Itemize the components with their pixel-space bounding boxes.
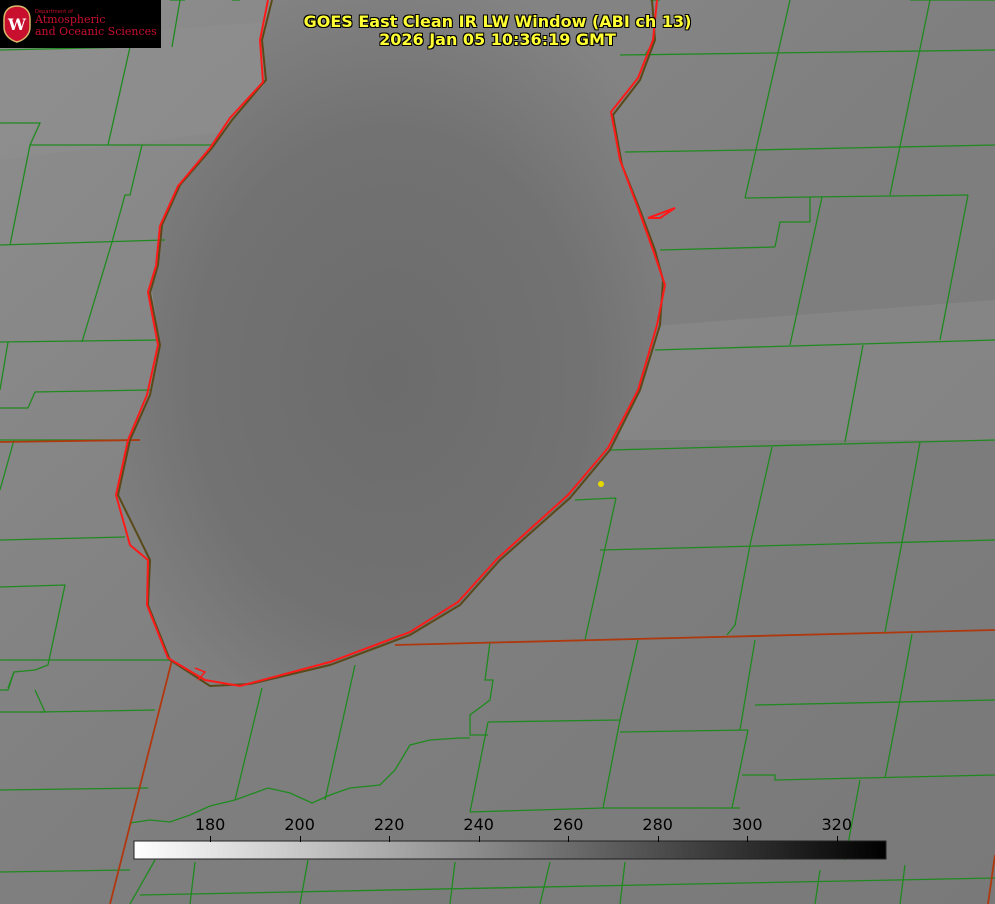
colorbar-tick-label: 220 — [373, 815, 405, 834]
colorbar-tick-label: 300 — [731, 815, 763, 834]
location-marker — [598, 481, 604, 487]
colorbar-tick-label: 260 — [552, 815, 584, 834]
image-timestamp: 2026 Jan 05 10:36:19 GMT — [379, 30, 616, 49]
colorbar-tick-mark — [389, 836, 391, 842]
colorbar-tick-mark — [836, 836, 838, 842]
colorbar-gradient — [133, 840, 887, 860]
colorbar-tick-mark — [657, 836, 659, 842]
image-title: GOES East Clean IR LW Window (ABI ch 13) — [303, 12, 692, 31]
colorbar-tick-label: 280 — [642, 815, 673, 834]
colorbar-tick-label: 320 — [821, 815, 853, 834]
colorbar-tick-label: 200 — [284, 815, 315, 834]
colorbar-tick-mark — [568, 836, 570, 842]
colorbar-tick-mark — [299, 836, 301, 842]
colorbar-tick-mark — [478, 836, 480, 842]
colorbar-tick-mark — [210, 836, 212, 842]
colorbar-tick-mark — [747, 836, 749, 842]
colorbar-tick-label: 240 — [463, 815, 494, 834]
colorbar-tick-label: 180 — [194, 815, 226, 834]
satellite-map — [0, 0, 995, 904]
